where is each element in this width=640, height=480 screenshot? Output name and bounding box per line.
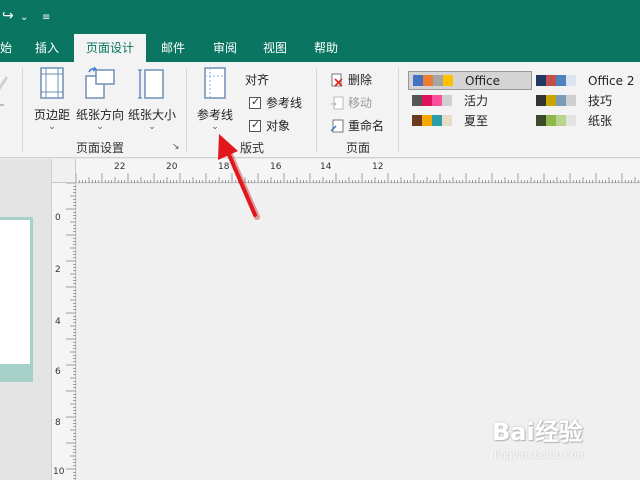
page-setup-group-label: 页面设置 — [75, 141, 124, 155]
move-page-icon — [331, 96, 344, 109]
customize-quick-access-icon[interactable]: ≡ — [42, 10, 50, 26]
theme-summer-label: 夏至 — [464, 114, 489, 128]
ruler-label: 18 — [218, 162, 230, 172]
theme-office[interactable]: Office — [408, 71, 532, 90]
margins-button[interactable]: 页边距 ⌄ — [30, 66, 74, 136]
theme-office-2[interactable]: Office 2 — [532, 71, 640, 90]
rename-label: 重命名 — [348, 119, 385, 133]
theme-summer[interactable]: 夏至 — [408, 111, 532, 130]
theme-office-label: Office — [465, 73, 501, 88]
color-scheme-gallery: Office Office 2 活力 技巧 夏至 纸张 — [404, 68, 640, 132]
chevron-down-icon: ⌄ — [211, 122, 219, 132]
margins-label: 页边距 — [33, 108, 70, 122]
watermark: Bai经验 jingyan.baidu.com — [470, 408, 640, 480]
orientation-label: 纸张方向 — [75, 108, 124, 122]
redo-dropdown-icon[interactable]: ⌄ — [20, 10, 28, 26]
edit-icon — [0, 76, 8, 106]
ribbon: 页边距 ⌄ 纸张方向 ⌄ 纸张大小 ⌄ 页面设置 ↘ 参考线 ⌄ 对齐 ✓ 参考… — [0, 62, 640, 158]
align-objects-label: 对象 — [266, 119, 291, 133]
group-separator — [398, 68, 399, 152]
move-page-button[interactable]: 移动 — [330, 94, 372, 111]
theme-paper[interactable]: 纸张 — [532, 111, 640, 130]
delete-page-icon — [331, 73, 343, 87]
delete-label: 删除 — [348, 73, 373, 87]
vertical-ruler[interactable]: 0 2 4 6 8 10 — [52, 182, 76, 480]
tab-home[interactable]: 始 — [0, 34, 16, 62]
rename-page-icon — [330, 119, 344, 132]
tab-review[interactable]: 审阅 — [202, 34, 248, 62]
guides-button[interactable]: 参考线 ⌄ — [192, 66, 238, 136]
chevron-down-icon: ⌄ — [148, 122, 156, 132]
tab-insert[interactable]: 插入 — [24, 34, 70, 62]
group-separator — [316, 68, 317, 152]
color-swatches — [536, 95, 576, 106]
align-guides-checkbox[interactable]: 参考线 — [249, 94, 302, 111]
pages-group-label: 页面 — [345, 141, 370, 155]
guides-label: 参考线 — [196, 108, 233, 122]
page-thumbnail[interactable] — [0, 217, 33, 382]
guides-icon — [204, 67, 226, 99]
orientation-icon — [85, 66, 115, 99]
ruler-label: 0 — [55, 213, 61, 223]
watermark-url: jingyan.baidu.com — [494, 450, 587, 461]
ruler-label: 8 — [55, 418, 61, 428]
checkbox-checked-icon — [249, 95, 261, 109]
ruler-label: 14 — [320, 162, 332, 172]
layout-group-label: 版式 — [239, 141, 264, 155]
rename-page-button[interactable]: 重命名 — [330, 117, 384, 134]
margins-icon — [40, 67, 64, 99]
dialog-launcher-icon[interactable]: ↘ — [172, 142, 180, 152]
page-navigation-pane — [0, 159, 52, 480]
theme-vivid-label: 活力 — [464, 94, 489, 108]
color-swatches — [413, 75, 453, 86]
partial-ribbon-button[interactable] — [0, 68, 10, 108]
group-separator — [22, 68, 23, 152]
tab-help[interactable]: 帮助 — [303, 34, 349, 62]
theme-vivid[interactable]: 活力 — [408, 91, 532, 110]
move-label: 移动 — [348, 96, 373, 110]
ruler-label: 16 — [270, 162, 282, 172]
tab-view[interactable]: 视图 — [252, 34, 298, 62]
color-swatches — [412, 95, 452, 106]
delete-page-button[interactable]: 删除 — [330, 71, 372, 88]
align-guides-label: 参考线 — [266, 96, 303, 110]
group-separator — [186, 68, 187, 152]
theme-technique[interactable]: 技巧 — [532, 91, 640, 110]
ruler-label: 12 — [372, 162, 384, 172]
checkbox-checked-icon — [249, 118, 261, 132]
ruler-label: 22 — [114, 162, 126, 172]
redo-icon[interactable]: ↪ — [2, 8, 14, 24]
color-swatches — [536, 75, 576, 86]
ruler-label: 20 — [166, 162, 178, 172]
chevron-down-icon: ⌄ — [96, 122, 104, 132]
horizontal-ruler-ticks — [75, 173, 639, 183]
title-bar: ↪ ⌄ ≡ — [0, 0, 640, 34]
page-size-button[interactable]: 纸张大小 ⌄ — [126, 66, 178, 136]
tab-page-design[interactable]: 页面设计 — [74, 34, 146, 62]
theme-office-2-label: Office 2 — [588, 73, 635, 88]
ruler-label: 10 — [53, 467, 65, 477]
chevron-down-icon: ⌄ — [48, 122, 56, 132]
ribbon-tab-bar: 始 插入 页面设计 邮件 审阅 视图 帮助 — [0, 34, 640, 62]
vertical-ruler-ticks — [66, 182, 76, 480]
ruler-label: 2 — [55, 265, 61, 275]
align-label: 对齐 — [245, 73, 270, 87]
page-size-icon — [138, 69, 164, 99]
orientation-button[interactable]: 纸张方向 ⌄ — [74, 66, 126, 136]
align-objects-checkbox[interactable]: 对象 — [249, 117, 290, 134]
theme-paper-label: 纸张 — [588, 114, 613, 128]
page-size-label: 纸张大小 — [127, 108, 176, 122]
tab-mailings[interactable]: 邮件 — [150, 34, 196, 62]
color-swatches — [412, 115, 452, 126]
horizontal-ruler[interactable]: 22 20 18 16 14 12 — [75, 159, 640, 183]
color-swatches — [536, 115, 576, 126]
ruler-label: 4 — [55, 317, 61, 327]
ruler-label: 6 — [55, 367, 61, 377]
ruler-corner — [52, 159, 76, 183]
watermark-logo: Bai经验 — [492, 418, 583, 446]
theme-technique-label: 技巧 — [588, 94, 613, 108]
